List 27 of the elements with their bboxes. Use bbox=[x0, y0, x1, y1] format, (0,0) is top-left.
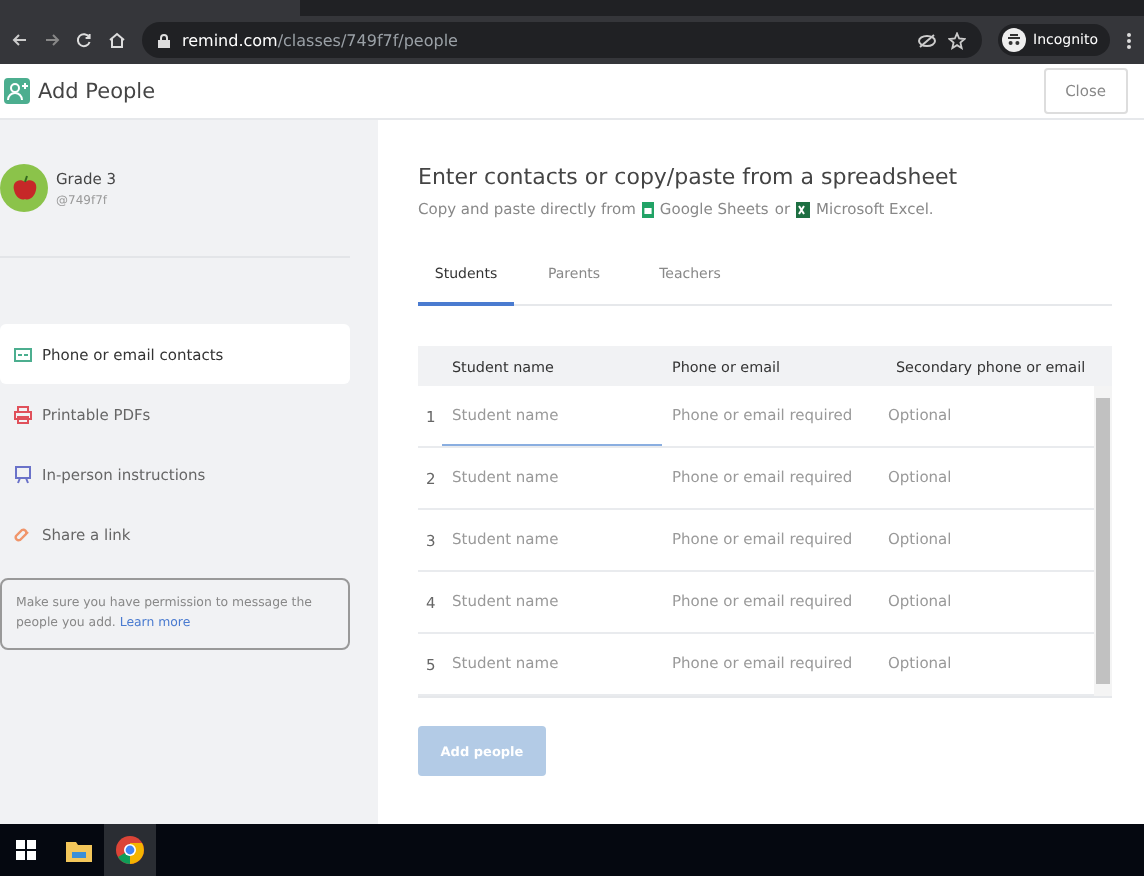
page-title: Add People bbox=[38, 79, 158, 103]
browser-icon bbox=[116, 836, 144, 864]
lock-icon bbox=[158, 33, 170, 47]
easel-icon bbox=[14, 465, 32, 483]
home-icon[interactable] bbox=[108, 32, 126, 48]
eye-slash-icon[interactable] bbox=[917, 33, 936, 47]
printer-icon bbox=[14, 405, 32, 423]
scrollbar-thumb[interactable] bbox=[1096, 398, 1110, 684]
windows-icon bbox=[16, 840, 36, 860]
address-bar[interactable]: remind.com/classes/749f7f/people bbox=[142, 22, 982, 58]
spreadsheet-icon bbox=[796, 201, 811, 217]
url-host: remind.com bbox=[182, 31, 278, 49]
url-path: /classes/749f7f/people bbox=[277, 31, 458, 49]
link-icon bbox=[14, 525, 32, 543]
forward-arrow-icon[interactable] bbox=[44, 32, 60, 48]
contact-card-icon bbox=[14, 347, 32, 361]
star-icon[interactable] bbox=[947, 31, 966, 49]
spreadsheet-icon bbox=[641, 201, 654, 217]
apple-icon bbox=[11, 174, 37, 202]
menu-icon[interactable] bbox=[1126, 31, 1132, 49]
reload-icon[interactable] bbox=[76, 32, 92, 48]
incognito-icon bbox=[1001, 28, 1026, 52]
section-heading: Enter contacts or copy/paste from a spreadsheet bbox=[418, 164, 960, 190]
folder-icon bbox=[65, 839, 91, 861]
scrollbar[interactable] bbox=[1094, 386, 1112, 696]
taskbar-item[interactable] bbox=[104, 824, 156, 876]
back-arrow-icon[interactable] bbox=[12, 32, 28, 48]
